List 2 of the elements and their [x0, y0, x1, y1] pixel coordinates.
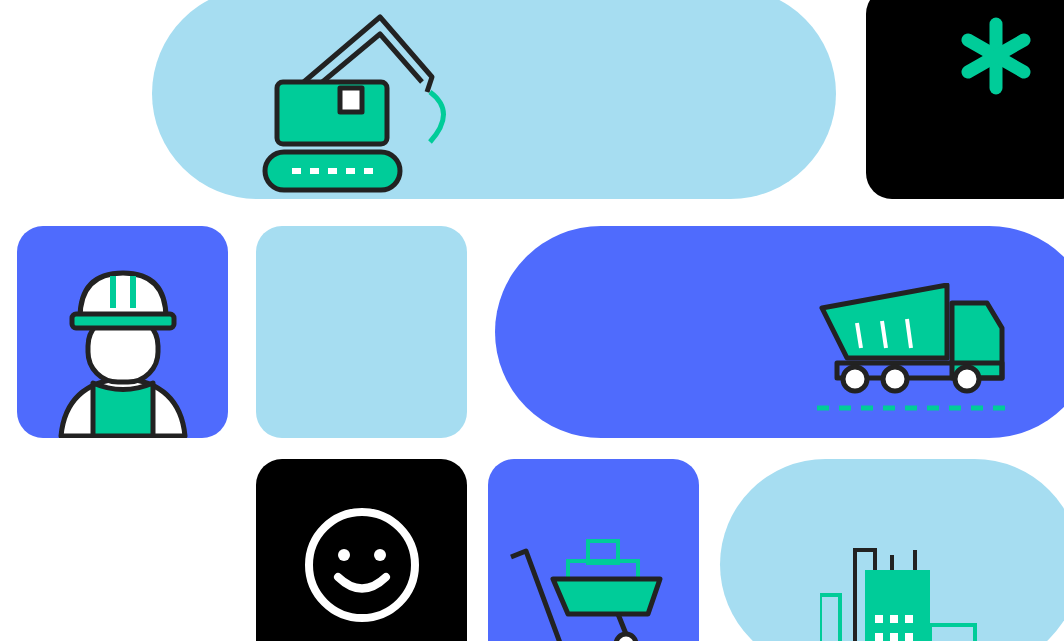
building-icon — [820, 545, 980, 641]
worker-icon — [57, 268, 188, 438]
